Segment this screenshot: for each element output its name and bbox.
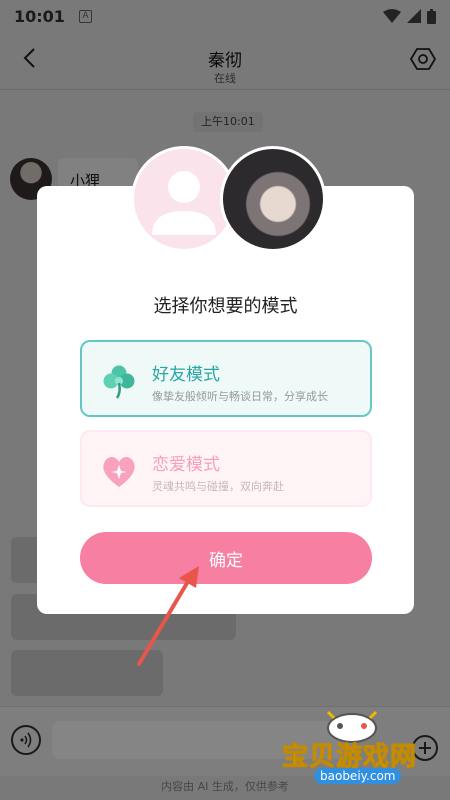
site-watermark: 宝贝游戏网 baobeiy.com [276, 704, 446, 796]
mode-option-love[interactable]: 恋爱模式 灵魂共鸣与碰撞，双向奔赴 [80, 430, 372, 507]
mode-description: 灵魂共鸣与碰撞，双向奔赴 [152, 480, 284, 493]
heart-icon [103, 456, 135, 487]
mode-option-friend[interactable]: 好友模式 像挚友般倾听与畅谈日常，分享成长 [80, 340, 372, 417]
watermark-url: baobeiy.com [314, 768, 402, 784]
confirm-button[interactable]: 确定 [80, 532, 372, 584]
clover-icon [103, 365, 135, 399]
character-avatar [220, 146, 326, 252]
mode-name: 好友模式 [152, 365, 220, 385]
mode-name: 恋爱模式 [152, 455, 220, 475]
mode-select-dialog: 选择你想要的模式 好友模式 像挚友般倾听与畅谈日常，分享成长 恋爱模式 灵魂共鸣… [37, 186, 414, 614]
dialog-title: 选择你想要的模式 [153, 296, 298, 317]
mode-description: 像挚友般倾听与畅谈日常，分享成长 [152, 390, 328, 403]
person-icon [152, 171, 216, 235]
